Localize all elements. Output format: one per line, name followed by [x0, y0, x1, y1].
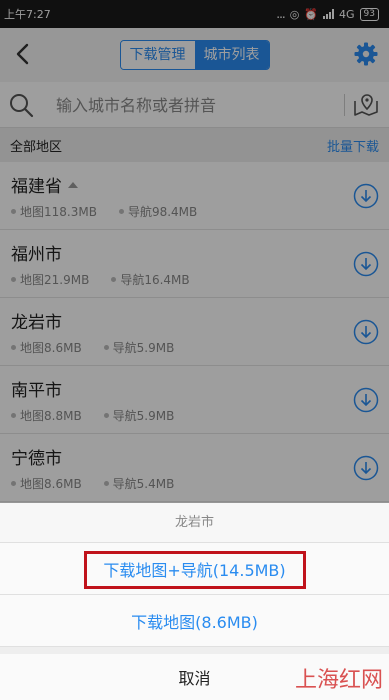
- sheet-divider: [0, 647, 389, 654]
- option-label: 下载地图(8.6MB): [131, 612, 258, 632]
- action-sheet-title: 龙岩市: [0, 503, 389, 543]
- download-map-and-nav-button[interactable]: 下载地图+导航(14.5MB): [0, 543, 389, 595]
- watermark: 上海红网: [294, 668, 383, 693]
- highlight-box: [84, 551, 306, 589]
- download-map-button[interactable]: 下载地图(8.6MB): [0, 595, 389, 647]
